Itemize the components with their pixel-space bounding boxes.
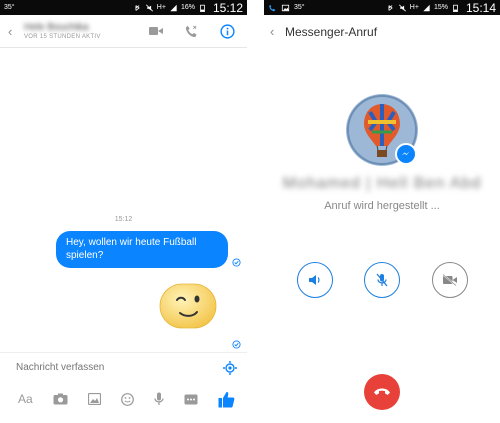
- mute-microphone-icon: [376, 273, 388, 287]
- caller-name: Mohamed | Hell Ben Abd: [282, 175, 482, 192]
- text-format-button[interactable]: Aa: [18, 392, 33, 406]
- gallery-icon: [281, 4, 290, 11]
- back-chevron-icon[interactable]: ‹: [8, 24, 18, 39]
- emoji-icon[interactable]: [120, 392, 134, 406]
- mute-button[interactable]: [364, 262, 400, 298]
- end-call-button[interactable]: [364, 374, 400, 410]
- mute-icon: [145, 4, 153, 11]
- composer: [0, 352, 247, 382]
- call-header: ‹ Messenger-Anruf: [264, 15, 500, 48]
- call-screen: 35° H+ 15% 15:14 ‹ Messenger-Anruf Moham…: [264, 0, 500, 423]
- microphone-icon[interactable]: [154, 392, 164, 406]
- image-icon[interactable]: [87, 393, 101, 405]
- contact-info[interactable]: Hele Bouchika VOR 15 STUNDEN AKTIV: [18, 22, 149, 40]
- mute-icon: [398, 4, 406, 11]
- video-camera-icon[interactable]: [149, 26, 163, 36]
- temperature: 35°: [294, 4, 305, 11]
- messenger-badge: [395, 143, 417, 165]
- battery-percent: 16%: [180, 4, 195, 11]
- clock: 15:12: [212, 0, 243, 15]
- message-input[interactable]: [16, 362, 223, 373]
- call-active-icon: [269, 4, 276, 11]
- network-type: H+: [156, 4, 166, 11]
- signal-icon: [423, 4, 430, 11]
- chat-screen: 35° H+ 16% 15:12 ‹ Hele Bouchika VOR 15 …: [0, 0, 247, 423]
- battery-icon: [200, 4, 205, 12]
- network-type: H+: [409, 4, 419, 11]
- screen-divider: [247, 0, 264, 423]
- winking-face-sticker[interactable]: [158, 280, 218, 332]
- hang-up-icon: [374, 388, 390, 395]
- phone-icon[interactable]: [185, 25, 198, 38]
- message-timestamp: 15:12: [114, 216, 133, 223]
- seen-check-icon: [232, 340, 241, 349]
- contact-name: Hele Bouchika: [24, 22, 89, 33]
- status-bar: 35° H+ 16% 15:12: [0, 0, 247, 15]
- page-title: Messenger-Anruf: [285, 24, 378, 39]
- more-icon[interactable]: [184, 394, 198, 405]
- bluetooth-icon: [388, 4, 393, 11]
- contact-status: VOR 15 STUNDEN AKTIV: [24, 34, 101, 40]
- chat-header: ‹ Hele Bouchika VOR 15 STUNDEN AKTIV: [0, 15, 247, 48]
- speaker-icon: [309, 275, 320, 285]
- temperature: 35°: [4, 4, 15, 11]
- messenger-icon: [401, 151, 410, 156]
- bluetooth-icon: [135, 4, 140, 11]
- video-toggle-button[interactable]: [432, 262, 468, 298]
- video-off-icon: [442, 274, 457, 286]
- battery-icon: [453, 4, 458, 12]
- location-icon[interactable]: [223, 360, 237, 375]
- signal-icon: [170, 4, 177, 11]
- message-bubble[interactable]: Hey, wollen wir heute Fußball spielen?: [56, 231, 228, 268]
- info-icon[interactable]: [220, 23, 235, 39]
- seen-check-icon: [232, 258, 241, 267]
- composer-toolbar: Aa: [0, 386, 247, 412]
- status-bar: 35° H+ 15% 15:14: [264, 0, 500, 15]
- thumbs-up-icon[interactable]: [218, 391, 235, 408]
- battery-percent: 15%: [433, 4, 448, 11]
- speaker-button[interactable]: [297, 262, 333, 298]
- camera-icon[interactable]: [53, 393, 68, 405]
- call-status: Anruf wird hergestellt ...: [324, 200, 440, 212]
- back-chevron-icon[interactable]: ‹: [270, 24, 280, 39]
- clock: 15:14: [465, 0, 496, 15]
